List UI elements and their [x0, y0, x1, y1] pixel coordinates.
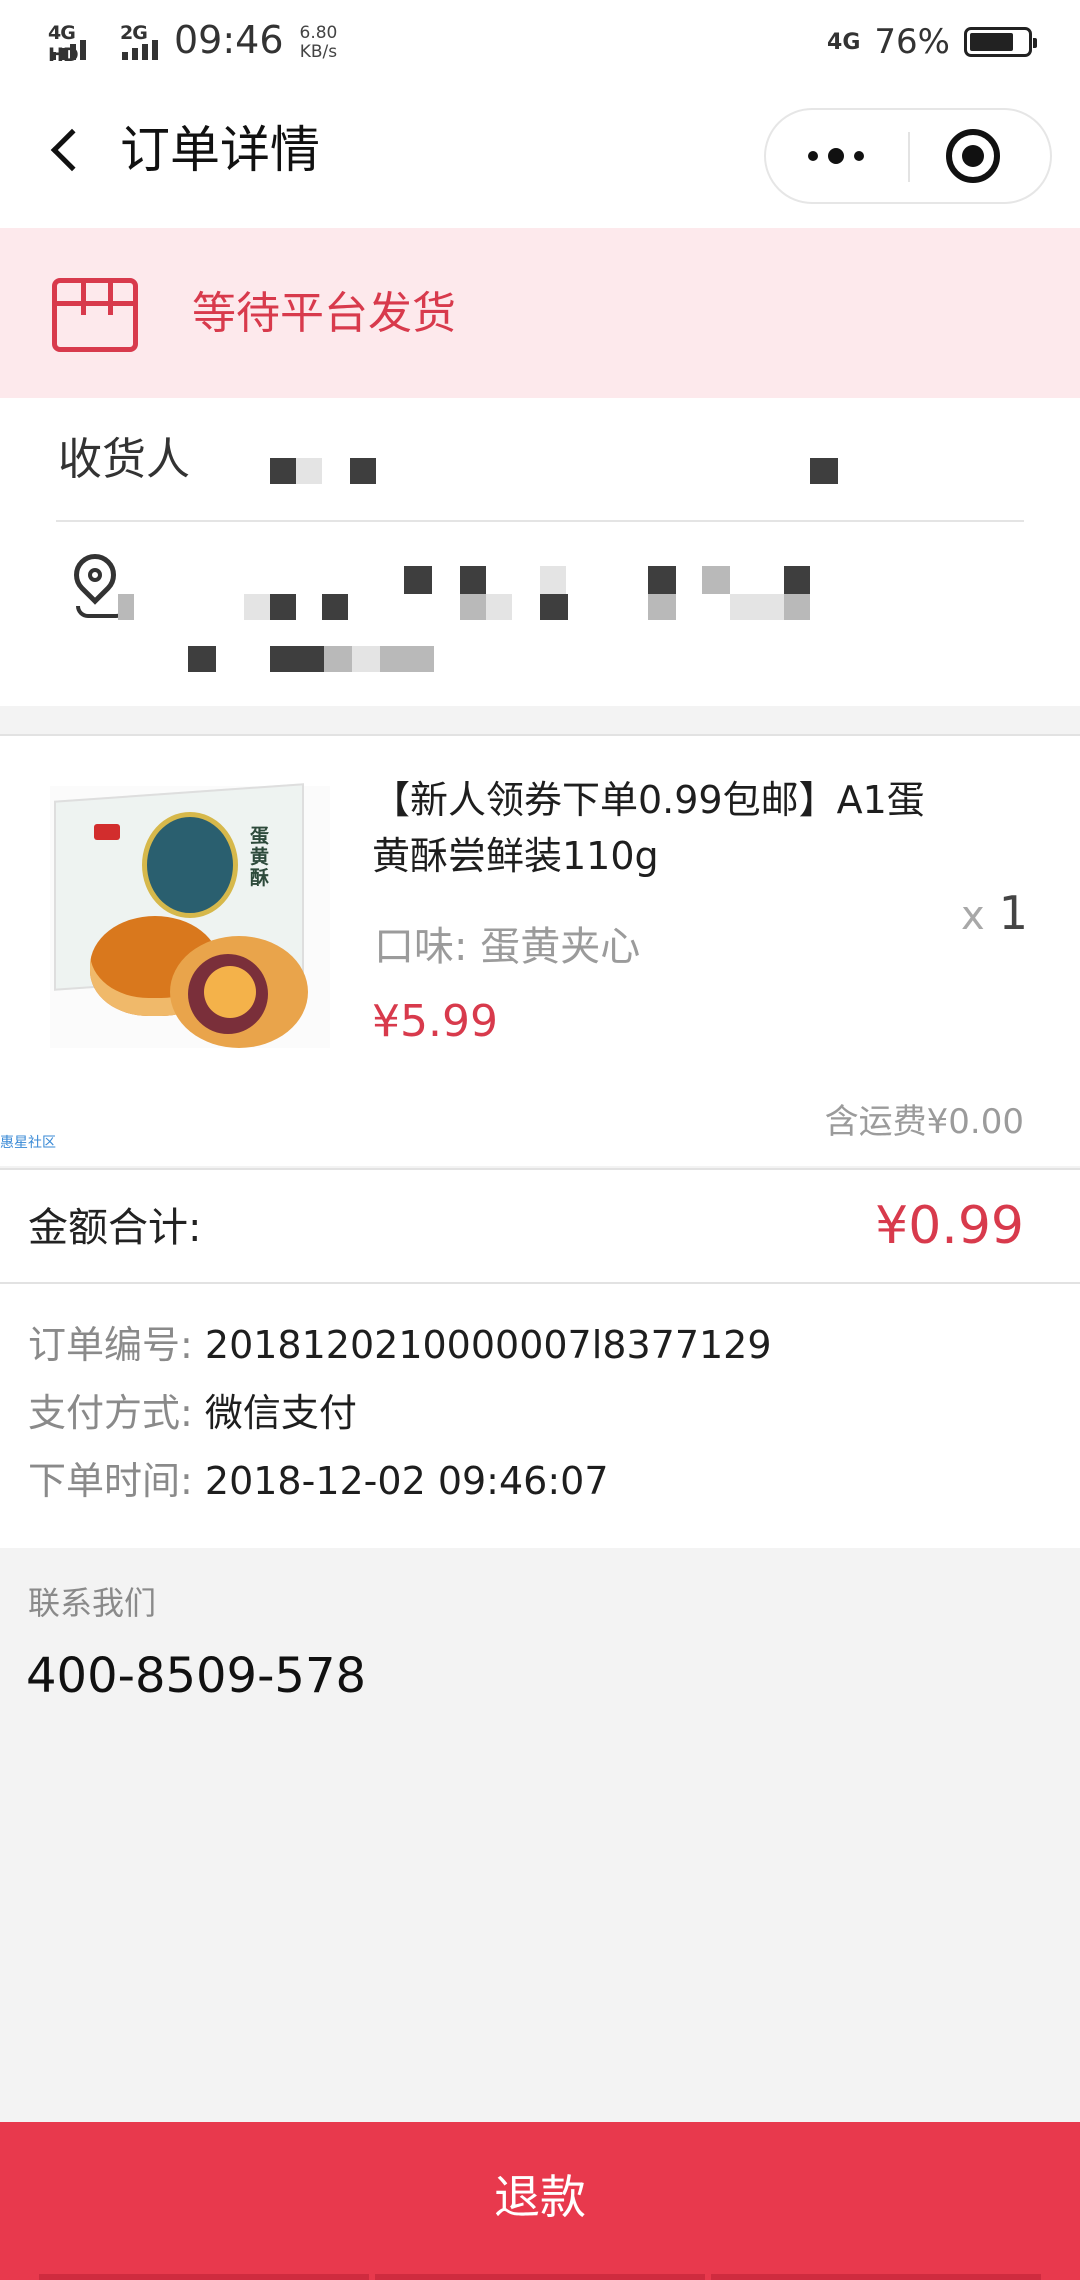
- payment-method-label: 支付方式:: [28, 1391, 193, 1435]
- location-pin-icon: [65, 545, 125, 605]
- total-row: 金额合计: ¥0.99: [0, 1168, 1080, 1284]
- network-4g-indicator: 4G: [827, 29, 861, 55]
- receiver-section: 收货人: [0, 398, 1080, 706]
- product-flavor: 口味: 蛋黄夹心: [374, 924, 641, 970]
- order-info-section: 订单编号: 2018120210000007l8377129 支付方式: 微信支…: [0, 1284, 1080, 1548]
- payment-method-row: 支付方式: 微信支付: [28, 1388, 357, 1438]
- signal-4g-icon: 4G HD: [48, 22, 110, 66]
- refund-button-label: 退款: [494, 2170, 586, 2224]
- page-title: 订单详情: [120, 121, 320, 179]
- receiver-divider: [56, 520, 1024, 522]
- network-speed: 6.80 KB/s: [300, 24, 338, 62]
- status-bar-right: 4G 76%: [827, 22, 1037, 62]
- product-card[interactable]: 蛋黄酥 【新人领券下单0.99包邮】A1蛋黄酥尝鲜装110g x1 口味: 蛋黄…: [0, 734, 1080, 1166]
- order-status-banner: 等待平台发货: [0, 228, 1080, 398]
- order-time-value: 2018-12-02 09:46:07: [204, 1459, 609, 1503]
- order-number-value[interactable]: 2018120210000007l8377129: [205, 1323, 772, 1367]
- receiver-label: 收货人: [58, 434, 190, 485]
- product-image-text: 蛋黄酥: [250, 825, 270, 889]
- signal-2g-icon: 2G: [120, 22, 164, 62]
- order-number-label: 订单编号:: [28, 1323, 193, 1367]
- contact-label: 联系我们: [28, 1584, 157, 1622]
- back-button[interactable]: [34, 118, 98, 182]
- product-quantity: x1: [961, 886, 1028, 940]
- order-time-row: 下单时间: 2018-12-02 09:46:07: [28, 1456, 609, 1506]
- watermark: 惠星社区: [0, 1135, 56, 1151]
- product-price: ¥5.99: [372, 996, 498, 1047]
- total-amount: ¥0.99: [875, 1196, 1024, 1256]
- nav-bar: 订单详情: [0, 84, 1080, 228]
- bottom-strip: [0, 2274, 1080, 2280]
- status-bar: 4G HD 2G 09:46 6.80 KB/s 4G 76%: [0, 0, 1080, 84]
- contact-phone-link[interactable]: 400-8509-578: [26, 1644, 366, 1708]
- parcel-icon: [52, 278, 138, 352]
- more-button[interactable]: [766, 110, 906, 202]
- order-time-label: 下单时间:: [28, 1459, 193, 1503]
- clock: 09:46: [174, 18, 284, 62]
- shipping-fee: 含运费¥0.00: [824, 1102, 1024, 1142]
- quantity-prefix: x: [961, 893, 985, 939]
- contact-section: 联系我们 400-8509-578: [0, 1548, 1080, 2122]
- refund-button[interactable]: 退款: [0, 2122, 1080, 2280]
- battery-percent: 76%: [874, 22, 950, 62]
- chevron-left-icon: [50, 128, 94, 172]
- network-speed-unit: KB/s: [299, 42, 338, 62]
- network-speed-value: 6.80: [299, 23, 338, 43]
- total-label: 金额合计:: [28, 1205, 202, 1251]
- payment-method-value: 微信支付: [204, 1391, 357, 1435]
- status-bar-left: 4G HD 2G 09:46 6.80 KB/s: [48, 18, 338, 66]
- quantity-value: 1: [998, 886, 1028, 940]
- capsule-divider: [908, 132, 910, 182]
- order-number-row: 订单编号: 2018120210000007l8377129: [28, 1320, 772, 1370]
- product-title: 【新人领券下单0.99包邮】A1蛋黄酥尝鲜装110g: [372, 778, 925, 878]
- order-status-text: 等待平台发货: [192, 288, 456, 339]
- product-image[interactable]: 蛋黄酥: [50, 783, 330, 1048]
- miniprogram-capsule: [764, 108, 1052, 204]
- battery-icon: [964, 27, 1037, 57]
- close-miniprogram-icon[interactable]: [946, 129, 1000, 183]
